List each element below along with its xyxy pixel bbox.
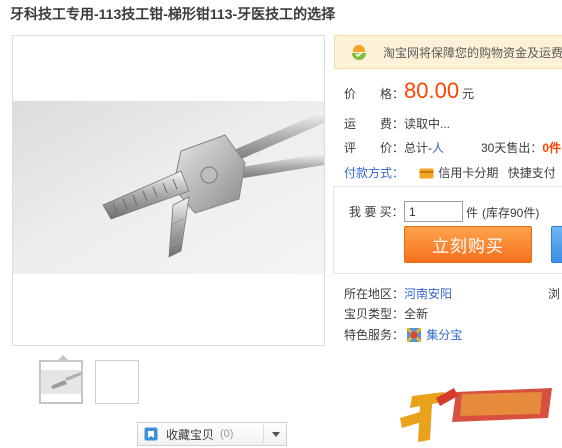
sold-label: 30天售出： (481, 141, 543, 155)
divider-left (333, 186, 334, 273)
browse-count-label: 浏 (548, 287, 561, 301)
main-product-image[interactable] (12, 35, 325, 346)
product-photo-pliers (13, 101, 324, 274)
item-type-value: 全新 (404, 307, 429, 321)
item-type-label: 宝贝类型： (344, 307, 405, 321)
service-label: 特色服务： (344, 328, 405, 342)
review-label: 评 价： (344, 141, 405, 155)
price-label: 价 格： (344, 87, 405, 101)
payment-label[interactable]: 付款方式： (344, 166, 404, 180)
quantity-unit: 件 (466, 206, 479, 220)
service-row: 特色服务： 集分宝 (344, 326, 462, 343)
page-title: 牙科技工专用-113技工钳-梯形钳113-牙医技工的选择 (10, 6, 336, 22)
price-unit: 元 (462, 87, 475, 101)
divider-bottom (333, 273, 562, 274)
review-row: 评 价：总计-人 30天售出：0件 (344, 139, 562, 156)
favorite-icon (144, 427, 158, 441)
buyer-protection-notice: 淘宝网将保障您的购物资金及运费 (334, 35, 562, 69)
buy-now-button[interactable]: 立刻购买 (404, 226, 532, 263)
payment-quick[interactable]: 快捷支付 (508, 166, 556, 180)
favorite-label: 收藏宝贝 (166, 427, 215, 442)
location-row: 所在地区：河南安阳 (344, 285, 452, 302)
add-to-cart-button[interactable] (551, 226, 562, 263)
payment-row: 付款方式： 信用卡分期 快捷支付 (344, 164, 556, 181)
quantity-input[interactable] (404, 201, 463, 222)
location-value[interactable]: 河南安阳 (404, 287, 452, 301)
thumbnail-selected-arrow (57, 355, 69, 361)
watermark-logo (400, 388, 552, 442)
price-value: 80.00 (404, 78, 460, 103)
sold-count: 0件 (542, 141, 562, 155)
shipping-value: 读取中... (404, 117, 451, 131)
favorite-separator (263, 425, 264, 443)
item-type-row: 宝贝类型：全新 (344, 305, 428, 322)
quantity-label: 我 要 买： (349, 205, 404, 219)
payment-credit[interactable]: 信用卡分期 (438, 166, 498, 180)
thumbnail-2[interactable] (95, 360, 139, 404)
location-label: 所在地区： (344, 287, 405, 301)
favorite-button[interactable]: 收藏宝贝 (0) (137, 422, 287, 446)
credit-card-icon (419, 168, 434, 179)
divider-top (333, 186, 562, 187)
notice-text: 淘宝网将保障您的购物资金及运费 (383, 45, 562, 60)
price-row: 价 格：80.00 元 (344, 78, 474, 107)
shipping-row: 运 费：读取中... (344, 115, 450, 132)
review-total-link[interactable]: 人 (432, 141, 444, 155)
protection-icon (352, 45, 366, 60)
service-value[interactable]: 集分宝 (426, 328, 462, 342)
chevron-down-icon[interactable] (272, 432, 280, 437)
quantity-info: 件 (库存90件) (466, 204, 539, 221)
stock-count: (库存90件) (482, 206, 540, 220)
favorite-count: (0) (220, 428, 234, 440)
thumbnail-1[interactable] (39, 355, 83, 404)
review-total-prefix: 总计- (404, 141, 433, 155)
thumbnail-photo (41, 370, 81, 394)
jifenbao-icon (407, 328, 422, 342)
sold-info: 30天售出：0件 (481, 139, 561, 156)
shipping-label: 运 费： (344, 117, 405, 131)
